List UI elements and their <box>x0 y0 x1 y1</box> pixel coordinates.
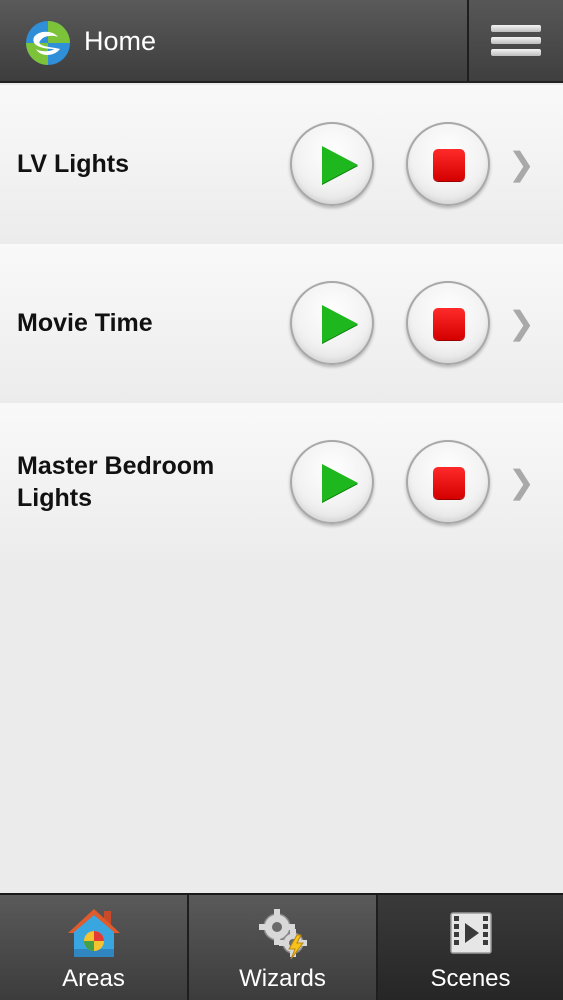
play-icon <box>322 304 358 343</box>
house-icon <box>67 909 120 957</box>
scene-name: LV Lights <box>17 149 130 178</box>
scene-row[interactable]: LV Lights ❯ <box>0 85 563 242</box>
scene-list: LV Lights ❯ Movie Time ❯ Master Bedroom … <box>0 85 563 560</box>
stop-scene-button[interactable] <box>406 439 490 524</box>
bottom-tab-bar: Areas Wizards Scenes <box>0 893 563 1000</box>
stop-icon <box>433 148 465 181</box>
scene-row[interactable]: Movie Time ❯ <box>0 244 563 401</box>
scene-name: Movie Time <box>17 308 153 337</box>
top-bar: Home <box>0 0 563 83</box>
gears-lightning-icon <box>258 909 307 960</box>
page-title: Home <box>84 26 157 56</box>
play-icon <box>322 145 358 184</box>
play-scene-button[interactable] <box>290 121 374 206</box>
tab-label: Wizards <box>239 965 326 992</box>
tab-areas[interactable]: Areas <box>0 895 189 1000</box>
hamburger-menu-icon <box>491 37 541 44</box>
hamburger-menu-icon <box>491 49 541 56</box>
scene-name: Master Bedroom Lights <box>17 451 215 512</box>
stop-icon <box>433 307 465 340</box>
hamburger-menu-icon <box>491 25 541 32</box>
play-icon <box>322 463 358 502</box>
app-logo-icon <box>26 21 70 65</box>
scene-row[interactable]: Master Bedroom Lights ❯ <box>0 403 563 560</box>
chevron-right-icon[interactable]: ❯ <box>508 463 535 501</box>
play-scene-button[interactable] <box>290 280 374 365</box>
tab-label: Areas <box>62 965 125 992</box>
play-scene-button[interactable] <box>290 439 374 524</box>
tab-label: Scenes <box>430 965 511 992</box>
stop-scene-button[interactable] <box>406 121 490 206</box>
menu-button[interactable] <box>467 0 563 81</box>
chevron-right-icon[interactable]: ❯ <box>508 145 535 183</box>
film-strip-icon <box>449 912 492 954</box>
chevron-right-icon[interactable]: ❯ <box>508 304 535 342</box>
stop-icon <box>433 466 465 499</box>
stop-scene-button[interactable] <box>406 280 490 365</box>
tab-wizards[interactable]: Wizards <box>189 895 378 1000</box>
tab-scenes[interactable]: Scenes <box>378 895 563 1000</box>
